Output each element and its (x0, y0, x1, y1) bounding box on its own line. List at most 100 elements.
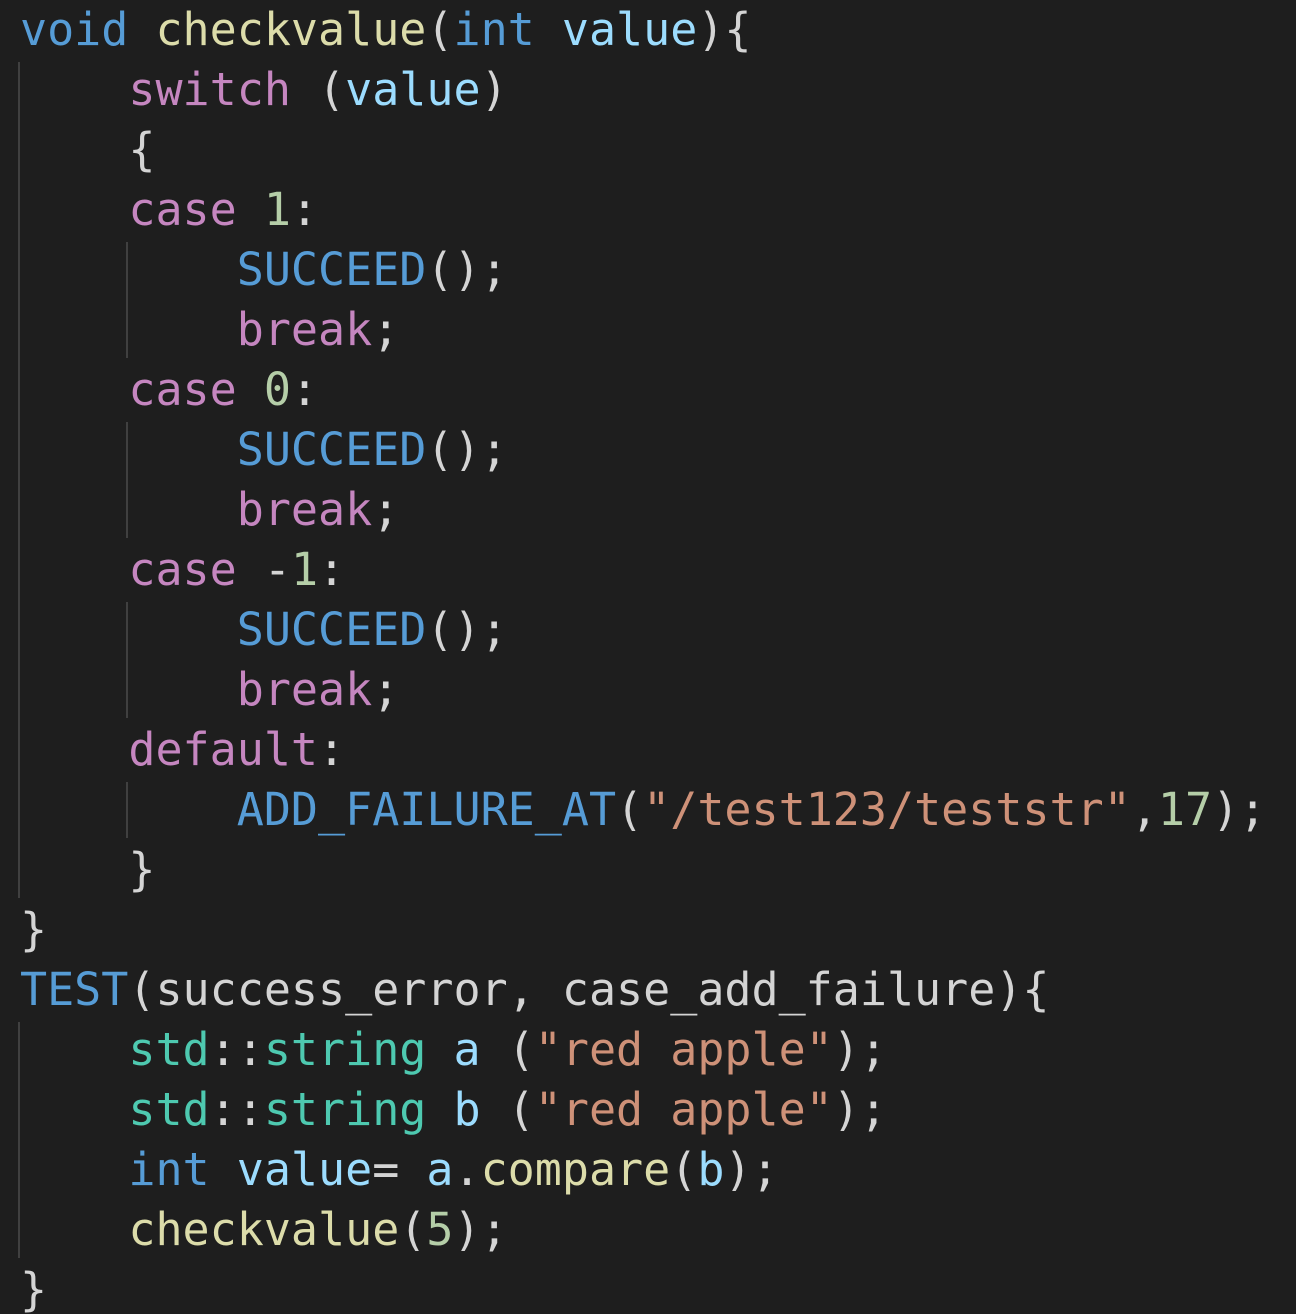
code-line[interactable]: case -1: (20, 540, 345, 600)
code-token: = (372, 1143, 427, 1196)
code-line[interactable]: int value= a.compare(b); (20, 1140, 779, 1200)
code-token: ; (372, 303, 400, 356)
code-token: ); (724, 1143, 779, 1196)
code-token: { (20, 123, 156, 176)
code-token: break (236, 663, 373, 716)
code-token: ( (480, 1023, 535, 1076)
code-token: } (20, 843, 156, 896)
code-token: default (128, 723, 319, 776)
code-line[interactable]: switch (value) (20, 60, 508, 120)
code-line[interactable]: SUCCEED(); (20, 420, 508, 480)
code-line[interactable]: } (20, 900, 47, 960)
code-token: string (263, 1083, 427, 1136)
code-token: ); (832, 1023, 887, 1076)
code-token: value (561, 3, 698, 56)
code-token: 0 (263, 363, 291, 416)
code-line[interactable]: checkvalue(5); (20, 1200, 508, 1260)
code-token: switch (128, 63, 291, 116)
code-line[interactable]: break; (20, 660, 400, 720)
code-token: (); (426, 243, 508, 296)
code-token: } (20, 903, 48, 956)
code-token: case (128, 363, 237, 416)
code-token: 17 (1157, 783, 1213, 836)
code-line[interactable]: SUCCEED(); (20, 240, 508, 300)
code-token: ( (399, 1203, 427, 1256)
code-line[interactable]: break; (20, 480, 400, 540)
code-line[interactable]: } (20, 840, 155, 900)
code-line[interactable]: ADD_FAILURE_AT("/test123/teststr",17); (20, 780, 1267, 840)
code-token: :: (209, 1023, 264, 1076)
code-token: string (263, 1023, 427, 1076)
code-line[interactable]: { (20, 120, 155, 180)
code-line[interactable]: TEST(success_error, case_add_failure){ (20, 960, 1050, 1020)
code-token: 5 (426, 1203, 454, 1256)
code-token: ) (480, 63, 508, 116)
code-token: ); (453, 1203, 508, 1256)
code-token: "/test123/teststr" (643, 783, 1131, 836)
code-token: value (236, 1143, 373, 1196)
code-token: 1 (290, 543, 319, 596)
code-line[interactable]: case 0: (20, 360, 318, 420)
code-line[interactable]: break; (20, 300, 400, 360)
code-token: ; (372, 663, 400, 716)
code-token: value (345, 63, 481, 116)
code-token: ); (1212, 783, 1267, 836)
code-token: ); (832, 1083, 887, 1136)
code-token: "red apple" (534, 1023, 833, 1076)
code-token: b (453, 1083, 481, 1136)
code-token: (success_error, case_add_failure){ (128, 963, 1050, 1016)
code-token: int (128, 1143, 210, 1196)
code-line[interactable]: void checkvalue(int value){ (20, 0, 752, 60)
code-token: } (20, 1263, 48, 1314)
code-token: b (697, 1143, 725, 1196)
code-token: , (1130, 783, 1158, 836)
code-token: ){ (697, 3, 752, 56)
code-token: : (290, 363, 319, 416)
code-token: "red apple" (534, 1083, 833, 1136)
code-token: ( (426, 3, 454, 56)
code-line[interactable]: SUCCEED(); (20, 600, 508, 660)
code-line[interactable]: case 1: (20, 180, 318, 240)
code-token: case (128, 543, 237, 596)
code-line[interactable]: } (20, 1260, 47, 1314)
code-token: break (236, 483, 373, 536)
code-token: a (453, 1023, 481, 1076)
code-token: break (236, 303, 373, 356)
code-token: (); (426, 603, 508, 656)
code-token: compare (480, 1143, 671, 1196)
code-editor[interactable]: void checkvalue(int value){ switch (valu… (0, 0, 1296, 1314)
code-token: ( (290, 63, 346, 116)
code-token: : (318, 723, 346, 776)
code-line[interactable]: default: (20, 720, 345, 780)
code-token: std (128, 1023, 210, 1076)
code-token: a (426, 1143, 454, 1196)
code-line[interactable]: std::string b ("red apple"); (20, 1080, 887, 1140)
code-token: . (453, 1143, 481, 1196)
code-token: int (453, 3, 535, 56)
code-token: ( (670, 1143, 698, 1196)
code-token: case (128, 183, 237, 236)
code-line[interactable]: std::string a ("red apple"); (20, 1020, 887, 1080)
